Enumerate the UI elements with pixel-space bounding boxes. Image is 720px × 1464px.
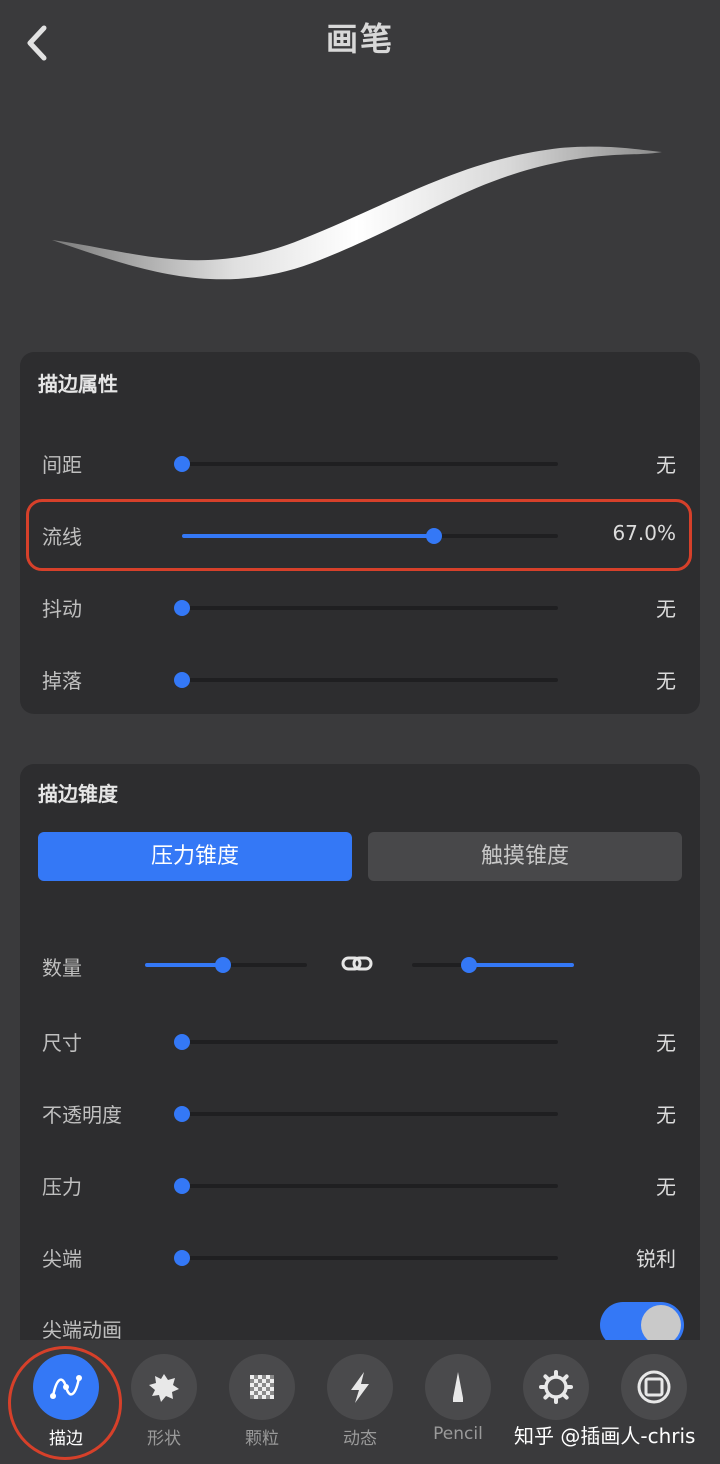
- tab-shape[interactable]: 形状: [115, 1340, 213, 1464]
- tip-label: 尖端: [42, 1247, 82, 1271]
- slider-thumb[interactable]: [174, 1106, 190, 1122]
- tab-touch-taper[interactable]: 触摸锥度: [368, 832, 682, 881]
- jitter-value: 无: [656, 597, 676, 621]
- header-bar: 画笔: [0, 0, 720, 80]
- tab-label: Pencil: [433, 1424, 483, 1444]
- tip-animation-label: 尖端动画: [42, 1318, 122, 1342]
- tab-dynamics[interactable]: 动态: [311, 1340, 409, 1464]
- square-icon: [621, 1354, 687, 1420]
- brush-stroke-preview: [0, 100, 720, 320]
- toggle-knob: [641, 1305, 681, 1345]
- link-chain-icon[interactable]: [340, 950, 376, 978]
- tip-value: 锐利: [636, 1247, 676, 1271]
- opacity-label: 不透明度: [42, 1103, 122, 1127]
- stroke-tab-highlight-outline: [8, 1346, 122, 1460]
- opacity-row: 不透明度 无: [20, 1085, 700, 1141]
- grain-checker-icon: [229, 1354, 295, 1420]
- pressure-label: 压力: [42, 1175, 82, 1199]
- jitter-row: 抖动 无: [20, 579, 700, 635]
- slider-thumb[interactable]: [174, 600, 190, 616]
- tab-pressure-taper[interactable]: 压力锥度: [38, 832, 352, 881]
- slider-thumb[interactable]: [174, 1250, 190, 1266]
- watermark-text: 知乎 @插画人-chris: [514, 1424, 696, 1448]
- spacing-value: 无: [656, 453, 676, 477]
- size-row: 尺寸 无: [20, 1013, 700, 1069]
- tab-pencil[interactable]: Pencil: [409, 1340, 507, 1464]
- slider-thumb[interactable]: [214, 957, 231, 973]
- tip-slider[interactable]: [174, 1250, 558, 1266]
- tip-row: 尖端 锐利: [20, 1229, 700, 1285]
- page-title: 画笔: [325, 20, 394, 58]
- tab-label: 动态: [343, 1429, 377, 1449]
- falloff-label: 掉落: [42, 669, 82, 693]
- shape-blob-icon: [131, 1354, 197, 1420]
- amount-right-slider[interactable]: [412, 957, 574, 973]
- spacing-label: 间距: [42, 453, 82, 477]
- size-value: 无: [656, 1031, 676, 1055]
- pressure-value: 无: [656, 1175, 676, 1199]
- gear-icon: [523, 1354, 589, 1420]
- slider-thumb[interactable]: [174, 1034, 190, 1050]
- falloff-value: 无: [656, 669, 676, 693]
- slider-fill: [468, 963, 574, 967]
- lightning-icon: [327, 1354, 393, 1420]
- size-label: 尺寸: [42, 1031, 82, 1055]
- slider-thumb[interactable]: [174, 456, 190, 472]
- slider-thumb[interactable]: [174, 1178, 190, 1194]
- opacity-slider[interactable]: [174, 1106, 558, 1122]
- amount-label: 数量: [42, 956, 82, 980]
- spacing-slider[interactable]: [174, 456, 558, 472]
- opacity-value: 无: [656, 1103, 676, 1127]
- section-title: 描边锥度: [38, 782, 118, 806]
- jitter-slider[interactable]: [174, 600, 558, 616]
- falloff-slider[interactable]: [174, 672, 558, 688]
- slider-fill: [145, 963, 223, 967]
- tab-grain[interactable]: 颗粒: [213, 1340, 311, 1464]
- tab-label: 颗粒: [245, 1429, 279, 1449]
- section-title: 描边属性: [38, 372, 118, 396]
- pressure-row: 压力 无: [20, 1157, 700, 1213]
- jitter-label: 抖动: [42, 597, 82, 621]
- slider-thumb[interactable]: [174, 672, 190, 688]
- tab-label: 形状: [147, 1429, 181, 1449]
- pressure-slider[interactable]: [174, 1178, 558, 1194]
- spacing-row: 间距 无: [20, 435, 700, 491]
- falloff-row: 掉落 无: [20, 651, 700, 707]
- amount-left-slider[interactable]: [145, 957, 307, 973]
- pencil-tip-icon: [425, 1354, 491, 1420]
- size-slider[interactable]: [174, 1034, 558, 1050]
- slider-thumb[interactable]: [460, 957, 477, 973]
- streamline-highlight-outline: [26, 499, 692, 571]
